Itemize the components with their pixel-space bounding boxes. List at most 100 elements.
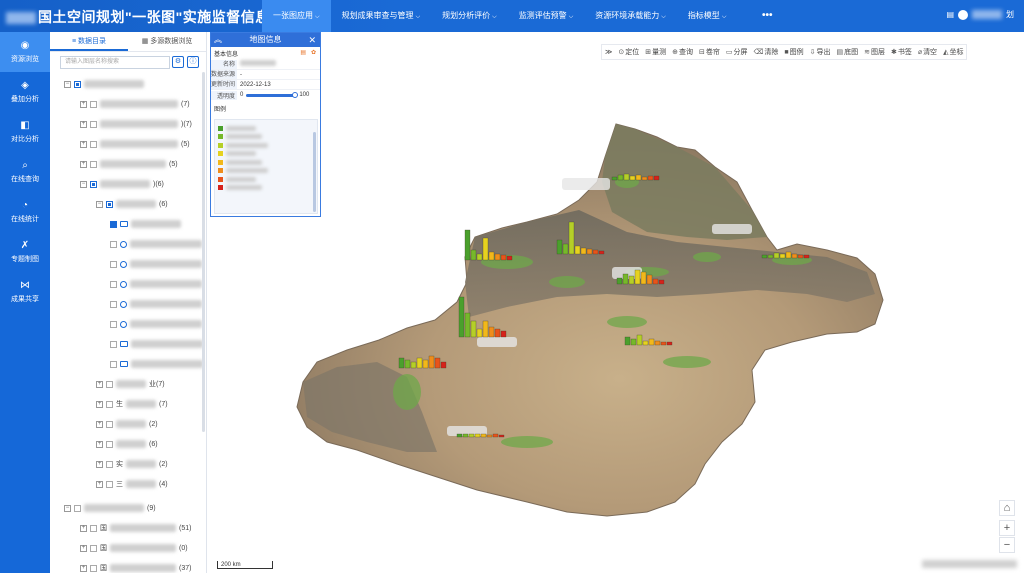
statistic-bar[interactable] [456,433,463,438]
tree-node[interactable]: −)(6) [80,178,164,190]
node-checkbox[interactable] [74,504,81,512]
statistic-bar[interactable] [480,433,487,438]
map-canvas[interactable] [207,32,1024,573]
node-checkbox[interactable] [90,100,97,108]
toolbar-collapse-icon[interactable]: ≫ [602,48,615,56]
statistic-bar[interactable] [458,296,465,338]
statistic-bar[interactable] [791,253,798,259]
tree-node[interactable]: + (2) [96,418,158,430]
statistic-bar[interactable] [648,338,655,346]
expand-icon[interactable]: + [80,160,87,168]
statistic-bar[interactable] [488,326,495,338]
statistic-bar[interactable] [568,221,575,255]
toolbar-3[interactable]: ⊟卷帘 [696,47,723,57]
statistic-bar[interactable] [634,269,641,285]
statistic-bar[interactable] [779,253,786,259]
collapse-icon[interactable]: − [80,180,87,188]
toolbar-7[interactable]: ⇩导出 [807,47,834,57]
statistic-bar[interactable] [506,255,513,261]
statistic-bar[interactable] [628,275,635,285]
toolbar-9[interactable]: ≋图层 [861,47,888,57]
node-checkbox[interactable] [106,480,113,488]
node-checkbox[interactable] [110,240,117,248]
statistic-bar[interactable] [500,330,507,338]
tree-node[interactable]: + 国 (51) [80,522,191,534]
node-checkbox[interactable] [106,200,113,208]
statistic-bar[interactable] [492,433,499,438]
tree-node[interactable]: +)(7) [80,118,192,130]
statistic-bar[interactable] [468,433,475,438]
statistic-bar[interactable] [629,175,636,181]
statistic-bar[interactable] [642,340,649,346]
toolbar-10[interactable]: ✱书签 [888,47,915,57]
nav-item-2[interactable]: 规划分析评价 ⌵ [431,0,508,32]
statistic-bar[interactable] [767,254,774,259]
tree-node[interactable] [110,218,181,230]
rail-item-0[interactable]: ◉ 资源浏览 [0,32,50,72]
rail-item-5[interactable]: ✗ 专题制图 [0,232,50,272]
expand-icon[interactable]: + [80,120,87,128]
node-checkbox[interactable] [110,320,117,328]
node-checkbox[interactable] [90,160,97,168]
node-checkbox[interactable] [110,280,117,288]
expand-icon[interactable]: + [96,460,103,468]
list-icon[interactable]: ▤ [300,49,306,56]
statistic-bar[interactable] [640,271,647,285]
node-checkbox[interactable] [90,544,97,552]
statistic-bar[interactable] [616,277,623,285]
expand-icon[interactable]: + [80,140,87,148]
rail-item-4[interactable]: ◔ 在线统计 [0,192,50,232]
tree-node[interactable]: − [64,78,144,90]
statistic-bar[interactable] [623,173,630,181]
rail-item-3[interactable]: ⌕ 在线查询 [0,152,50,192]
statistic-bar[interactable] [803,254,810,259]
node-checkbox[interactable] [106,400,113,408]
layer-search-input[interactable]: 请输入图层名称搜索 [60,56,170,69]
statistic-bar[interactable] [422,359,429,369]
tree-node[interactable]: + (5) [80,138,190,150]
statistic-bar[interactable] [476,328,483,338]
tree-node[interactable]: − (9) [64,502,156,514]
tree-node[interactable]: + 国 (0) [80,542,188,554]
catalog-tab-1[interactable]: ▦ 多源数据浏览 [128,32,206,51]
statistic-bar[interactable] [580,247,587,255]
statistic-bar[interactable] [500,254,507,261]
zoom-out-button[interactable]: − [999,537,1015,553]
tree-node[interactable] [110,318,202,330]
statistic-bar[interactable] [556,239,563,255]
node-checkbox[interactable] [74,80,81,88]
catalog-tab-0[interactable]: ≡ 数据目录 [50,32,128,51]
home-button[interactable]: ⌂ [999,500,1015,516]
statistic-bar[interactable] [464,312,471,338]
statistic-bar[interactable] [462,433,469,438]
tree-node[interactable]: + 国 (37) [80,562,191,573]
statistic-bar[interactable] [660,341,667,346]
toolbar-11[interactable]: ⌀清空 [915,47,940,57]
tree-node[interactable]: + (6) [96,438,158,450]
expand-icon[interactable]: + [96,380,103,388]
info-button[interactable]: ⓘ [187,56,199,68]
nav-item-5[interactable]: 指标模型 ⌵ [677,0,738,32]
rail-item-2[interactable]: ◧ 对比分析 [0,112,50,152]
statistic-bar[interactable] [654,340,661,346]
toolbar-12[interactable]: ◭坐标 [940,47,966,57]
statistic-bar[interactable] [635,174,642,181]
node-checkbox[interactable] [90,180,97,188]
statistic-bar[interactable] [470,249,477,261]
statistic-bar[interactable] [666,341,673,346]
expand-icon[interactable]: + [96,400,103,408]
nav-item-1[interactable]: 规划成果审查与管理 ⌵ [331,0,432,32]
statistic-bar[interactable] [416,357,423,369]
statistic-bar[interactable] [404,359,411,369]
expand-icon[interactable]: + [96,420,103,428]
statistic-bar[interactable] [440,361,447,369]
statistic-bar[interactable] [647,175,654,181]
tree-node[interactable]: + (5) [80,158,178,170]
statistic-bar[interactable] [498,434,505,438]
toolbar-5[interactable]: ⌫清除 [750,47,781,57]
statistic-bar[interactable] [592,249,599,255]
statistic-bar[interactable] [598,250,605,255]
node-checkbox[interactable] [106,380,113,388]
statistic-bar[interactable] [653,175,660,181]
catalog-scrollbar[interactable] [202,72,205,432]
